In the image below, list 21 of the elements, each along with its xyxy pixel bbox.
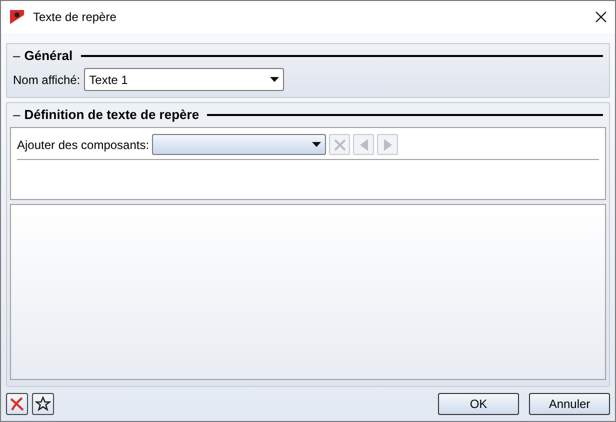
close-icon[interactable] [595,11,607,23]
field-label: Ajouter des composants: [17,136,150,154]
section-title: Général [24,47,73,66]
close-icon [9,396,25,412]
collapse-toggle[interactable]: – [13,105,20,125]
section-title: Définition de texte de repère [24,106,200,124]
dropdown-caret-icon [312,142,322,147]
window-title: Texte de repère [33,9,118,26]
components-dropdown[interactable] [152,134,326,155]
tool-button[interactable] [6,393,28,415]
left-arrow-icon [358,138,369,152]
dropdown-caret-icon [270,77,280,82]
field-label: Nom affiché: [13,72,80,88]
dialog-button[interactable]: Annuler [529,393,610,415]
dialog-button[interactable]: OK [438,393,519,415]
close-icon [332,138,347,152]
tool-button[interactable] [32,393,54,415]
star-icon [35,396,51,412]
collapse-toggle[interactable]: – [13,46,20,66]
name-dropdown[interactable]: Texte 1 [84,68,284,91]
right-arrow-icon [382,138,393,152]
